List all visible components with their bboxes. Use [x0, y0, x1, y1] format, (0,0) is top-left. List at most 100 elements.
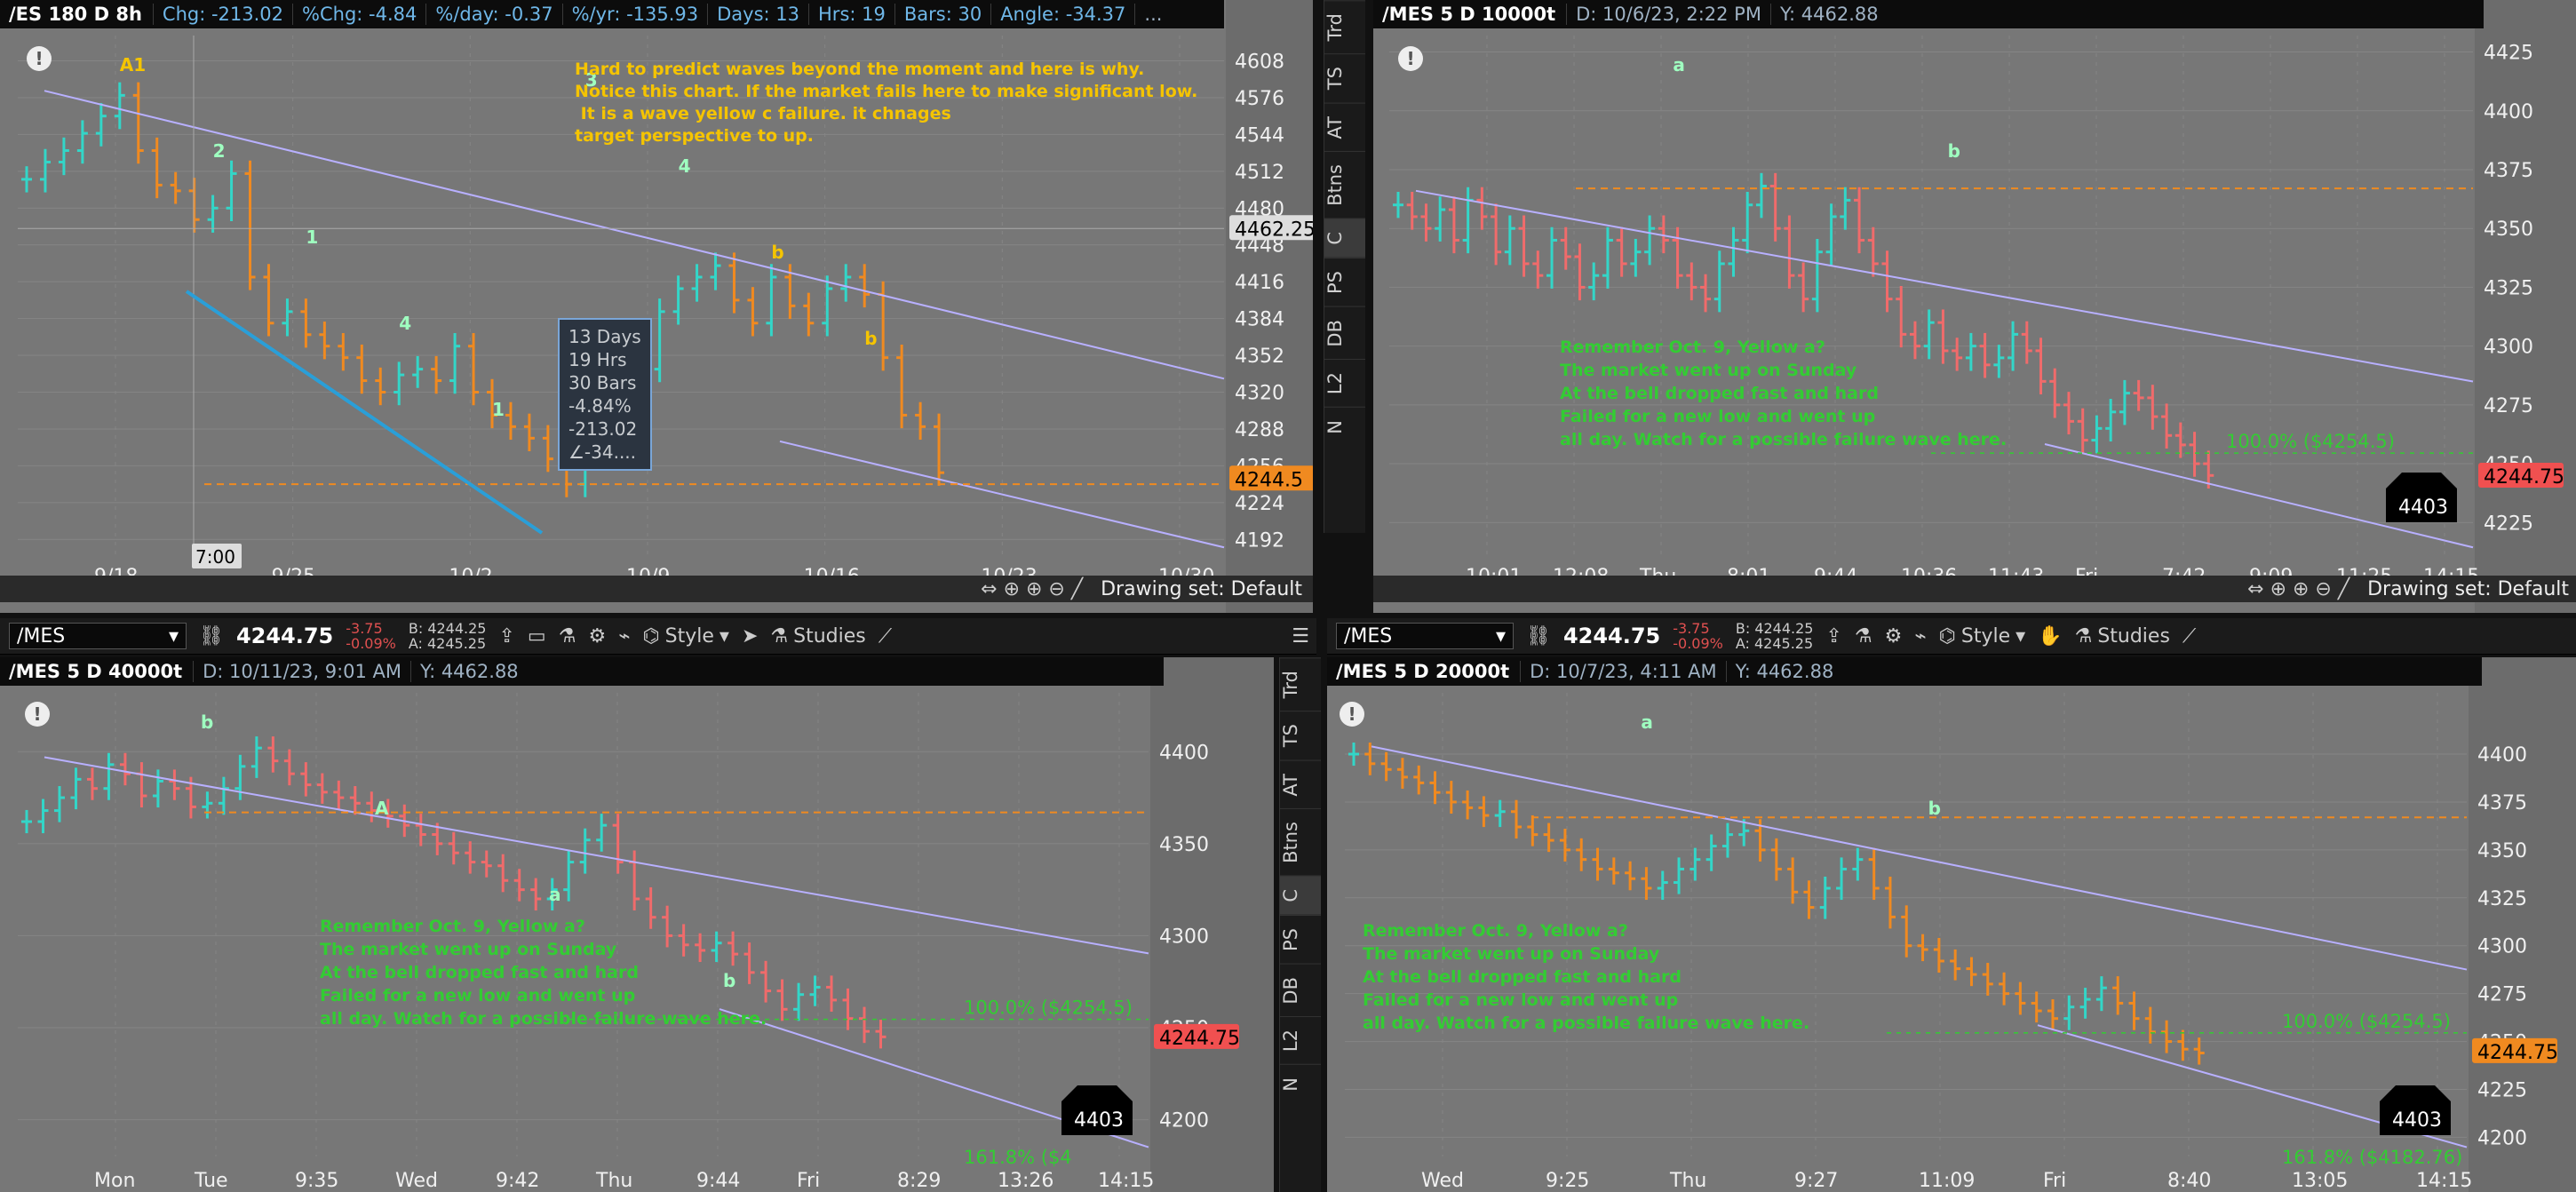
- studies-button[interactable]: ⚗ Studies: [2075, 625, 2170, 648]
- sidebar-tab-ts[interactable]: TS: [1324, 53, 1365, 103]
- sidebar-tab-l2[interactable]: L2: [1280, 1016, 1321, 1065]
- sidebar-tab-n[interactable]: N: [1324, 407, 1365, 448]
- sidebar-tab-ps[interactable]: PS: [1280, 914, 1321, 964]
- drawings-icon[interactable]: ⟋: [879, 625, 892, 648]
- sidebar-tab-c[interactable]: C: [1280, 876, 1321, 915]
- chart-panel-tr[interactable]: 44254400437543504325430042754250422510:0…: [1373, 0, 2576, 613]
- box-value-text: 4403: [1074, 1109, 1124, 1132]
- sidebar-tab-at[interactable]: AT: [1324, 102, 1365, 152]
- wave-label: b: [771, 242, 783, 263]
- price-tick-label: 4416: [1235, 272, 1284, 294]
- menu-icon[interactable]: ☰: [1292, 625, 1309, 648]
- ohlc-bar: [58, 137, 69, 176]
- ohlc-bar: [1393, 192, 1403, 219]
- hand-icon[interactable]: ✋: [2038, 625, 2062, 648]
- style-button[interactable]: ⌬ Style ▾: [1939, 625, 2026, 648]
- studies-button[interactable]: ⚗ Studies: [770, 625, 865, 648]
- drawing-set-label[interactable]: Drawing set: Default: [1101, 578, 1302, 600]
- ohlc-bar: [691, 264, 703, 302]
- share-icon[interactable]: ⇪: [498, 625, 514, 648]
- ohlc-bar: [1657, 870, 1668, 901]
- chart-symbol[interactable]: /MES 5 D 40000t: [0, 661, 193, 682]
- time-tick-label: 11:09: [1919, 1170, 1975, 1192]
- pulse-icon[interactable]: ⌁: [618, 625, 630, 648]
- sidebar-tab-trd[interactable]: Trd: [1280, 657, 1321, 711]
- flask-icon[interactable]: ⚗: [559, 625, 576, 648]
- alert-icon[interactable]: !: [1340, 702, 1364, 727]
- gear-icon[interactable]: ⚙: [588, 625, 606, 648]
- sidebar-tab-db[interactable]: DB: [1280, 963, 1321, 1017]
- drawing-set-label[interactable]: Drawing set: Default: [2367, 578, 2569, 600]
- ohlc-bar: [1686, 262, 1697, 301]
- chart-panel-bl[interactable]: 44004350430042504200MonTue9:35Wed9:42Thu…: [0, 657, 1274, 1192]
- wave-label: b: [201, 711, 213, 733]
- chart-tr-svg[interactable]: 44254400437543504325430042754250422510:0…: [1373, 0, 2576, 613]
- style-button[interactable]: ⌬ Style ▾: [642, 625, 729, 648]
- symbol-selector[interactable]: /MES ▾: [9, 623, 187, 649]
- alert-icon[interactable]: !: [1398, 46, 1423, 71]
- chart-panel-br[interactable]: 440043754350432543004275425042254200Wed9…: [1327, 657, 2576, 1192]
- sidebar-tab-ps[interactable]: PS: [1324, 257, 1365, 306]
- chart-panel-tl[interactable]: 4608 4576 4544 4512 4480 4448 4416 4384 4352 4320…: [0, 0, 1313, 613]
- ohlc-bar: [542, 425, 553, 473]
- ohlc-bar: [1672, 226, 1683, 289]
- link-icon[interactable]: ⛓: [1526, 625, 1551, 648]
- sidebar-tab-btns[interactable]: Btns: [1324, 151, 1365, 219]
- ohlc-bar: [2112, 976, 2124, 1015]
- sidebar-tab-btns[interactable]: Btns: [1280, 808, 1321, 876]
- channel-lower-line: [779, 440, 1225, 549]
- last-price: 4244.75: [235, 624, 334, 648]
- ohlc-bar: [316, 773, 328, 804]
- chart-symbol[interactable]: /MES 5 D 10000t: [1373, 4, 1566, 25]
- ohlc-bar: [1435, 196, 1446, 242]
- sidebar-tab-ts[interactable]: TS: [1280, 711, 1321, 760]
- alert-icon[interactable]: !: [27, 46, 52, 71]
- style-icon: ⌬: [642, 624, 660, 648]
- time-tick-label: Tue: [194, 1170, 228, 1192]
- pulse-icon[interactable]: ⌁: [1914, 625, 1926, 648]
- sidebar-tab-n[interactable]: N: [1280, 1064, 1321, 1105]
- link-icon[interactable]: ⛓: [199, 625, 224, 648]
- ohlc-bar: [1840, 187, 1851, 230]
- ohlc-bar: [95, 102, 107, 147]
- ohlc-bar: [338, 332, 349, 371]
- ohlc-bar: [842, 988, 854, 1030]
- sidebar-tab-l2[interactable]: L2: [1324, 359, 1365, 408]
- share-icon[interactable]: ⇪: [1825, 625, 1841, 648]
- ohlc-bar: [1644, 215, 1656, 266]
- wave-label: a: [1673, 54, 1685, 75]
- ohlc-bar: [1406, 192, 1418, 230]
- chart-symbol[interactable]: /MES 5 D 20000t: [1327, 661, 1520, 682]
- cursor-icon[interactable]: ➤: [742, 625, 758, 648]
- ohlc-bar: [1504, 215, 1515, 266]
- sidebar-tab-c[interactable]: C: [1324, 219, 1365, 258]
- save-icon[interactable]: ▭: [528, 625, 546, 648]
- sidebar-tab-db[interactable]: DB: [1324, 306, 1365, 360]
- symbol-selector[interactable]: /MES ▾: [1336, 623, 1514, 649]
- time-tick-label: 9:27: [1794, 1170, 1838, 1192]
- wave-label: b: [1948, 140, 1960, 162]
- alert-icon[interactable]: !: [25, 702, 50, 727]
- sidebar-tab-trd[interactable]: Trd: [1324, 0, 1365, 54]
- price-tick-label: 4350: [2484, 219, 2533, 241]
- ohlc-bar: [776, 979, 788, 1021]
- ohlc-bar: [356, 344, 368, 394]
- bubble-hrs: 19 Hrs: [568, 349, 627, 370]
- ohlc-bar: [250, 736, 262, 778]
- wave-note-green: Remember Oct. 9, Yellow a? The market we…: [1363, 921, 1810, 1033]
- gear-icon[interactable]: ⚙: [1885, 625, 1903, 648]
- ohlc-bar: [70, 767, 82, 810]
- style-label: Style: [1960, 624, 2011, 648]
- drawings-icon[interactable]: ⟋: [2182, 625, 2196, 648]
- flask-icon[interactable]: ⚗: [1855, 625, 1872, 648]
- header-more[interactable]: ...: [1134, 4, 1171, 25]
- ohlc-bar: [1721, 822, 1733, 858]
- price-tick-label: 4400: [2484, 101, 2533, 123]
- sidebar-tab-at[interactable]: AT: [1280, 759, 1321, 809]
- ohlc-bar: [1854, 187, 1865, 254]
- zoom-tools[interactable]: ⇔ ⊕ ⊕ ⊖ ╱: [2247, 578, 2349, 600]
- chart-header-tl: /ES 180 D 8h Chg: -213.02 %Chg: -4.84 %/…: [0, 0, 1224, 28]
- ohlc-bar: [1543, 822, 1554, 853]
- zoom-tools[interactable]: ⇔ ⊕ ⊕ ⊖ ╱: [981, 578, 1083, 600]
- chart-symbol[interactable]: /ES 180 D 8h: [0, 4, 153, 25]
